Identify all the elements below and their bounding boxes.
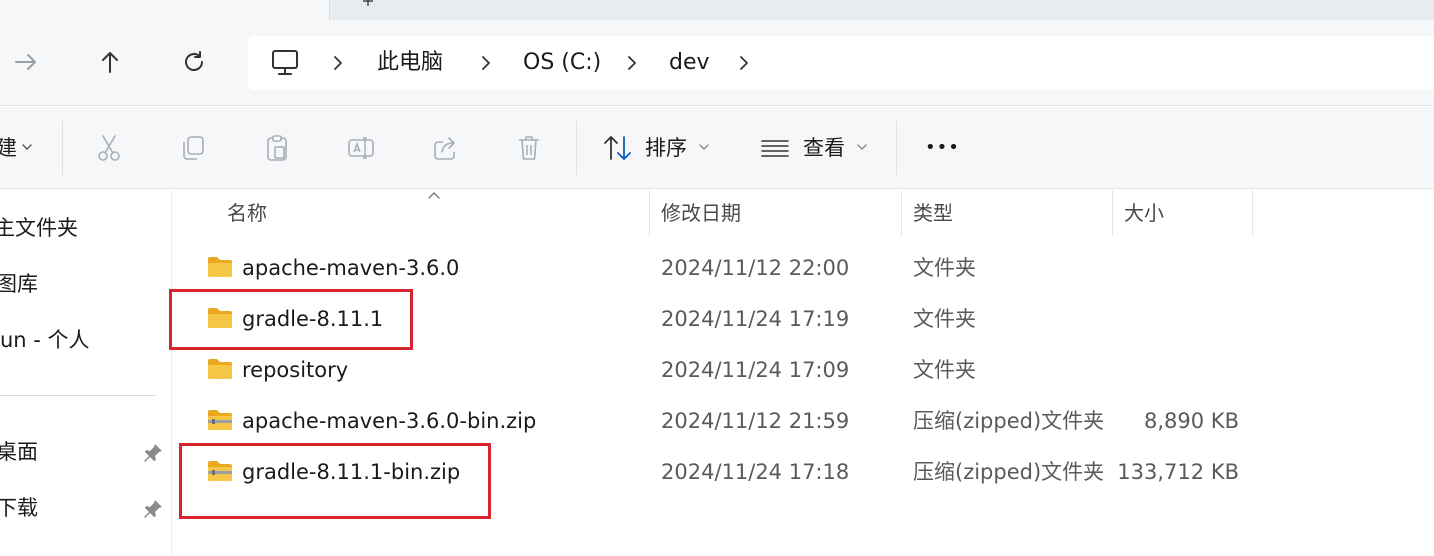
address-bar[interactable]: 此电脑 OS (C:) dev — [248, 36, 1434, 90]
navigation-bar: 此电脑 OS (C:) dev — [0, 20, 1434, 106]
chevron-down-icon[interactable] — [856, 141, 868, 153]
copy-button[interactable] — [176, 131, 210, 165]
clipboard-icon — [267, 135, 287, 161]
file-date: 2024/11/24 17:09 — [661, 358, 850, 382]
column-header-name[interactable]: 名称 — [227, 190, 267, 236]
chevron-down-icon[interactable] — [698, 141, 710, 153]
highlight-box-gradle-folder — [169, 289, 413, 350]
file-date: 2024/11/24 17:19 — [661, 307, 850, 331]
forward-button[interactable] — [6, 42, 46, 82]
navigation-pane: 主文件夹 图库 un - 个人 桌面 下载 — [0, 190, 172, 556]
active-tab[interactable] — [0, 0, 330, 20]
file-date: 2024/11/24 17:18 — [661, 460, 850, 484]
divider — [576, 121, 577, 175]
file-name[interactable]: apache-maven-3.6.0-bin.zip — [242, 396, 536, 446]
column-header-date[interactable]: 修改日期 — [661, 190, 741, 236]
rename-icon — [348, 137, 374, 159]
new-tab-icon[interactable] — [360, 0, 376, 12]
file-size: 133,712 KB — [1117, 460, 1239, 484]
column-divider[interactable] — [1112, 190, 1113, 236]
folder-icon — [208, 359, 232, 379]
file-date: 2024/11/12 22:00 — [661, 256, 850, 280]
command-bar: 建 排序 查看 ••• — [0, 107, 1434, 189]
share-button[interactable] — [428, 131, 462, 165]
chevron-right-icon[interactable] — [622, 53, 642, 73]
refresh-icon — [185, 51, 203, 71]
file-type: 压缩(zipped)文件夹 — [913, 460, 1105, 484]
file-type: 文件夹 — [913, 256, 976, 280]
trash-icon — [519, 136, 539, 160]
sidebar-item-onedrive[interactable]: un - 个人 — [0, 320, 90, 360]
new-button-label[interactable]: 建 — [0, 131, 17, 165]
sort-icon — [604, 136, 631, 160]
file-name[interactable]: repository — [242, 345, 348, 395]
computer-icon[interactable] — [270, 49, 300, 77]
rename-button[interactable] — [344, 131, 378, 165]
chevron-right-icon[interactable] — [328, 53, 348, 73]
more-options-button[interactable]: ••• — [925, 131, 960, 165]
sidebar-divider — [0, 395, 155, 396]
breadcrumb-os-drive[interactable]: OS (C:) — [523, 36, 601, 90]
divider — [62, 121, 63, 175]
sort-button[interactable] — [601, 131, 635, 165]
column-divider[interactable] — [649, 190, 650, 236]
up-button[interactable] — [90, 42, 130, 82]
copy-icon — [183, 136, 204, 160]
sidebar-item-gallery[interactable]: 图库 — [0, 264, 38, 304]
delete-button[interactable] — [512, 131, 546, 165]
share-icon — [434, 137, 455, 160]
view-button[interactable] — [758, 131, 792, 165]
pin-icon[interactable] — [142, 442, 164, 464]
arrow-right-icon — [15, 54, 36, 70]
scissors-icon — [98, 135, 120, 161]
view-label[interactable]: 查看 — [803, 131, 845, 165]
column-divider[interactable] — [901, 190, 902, 236]
cut-button[interactable] — [92, 131, 126, 165]
file-size: 8,890 KB — [1144, 409, 1239, 433]
tab-strip — [0, 0, 1434, 20]
chevron-down-icon[interactable] — [21, 141, 33, 153]
table-row[interactable]: apache-maven-3.6.0-bin.zip 2024/11/12 21… — [173, 396, 1434, 446]
refresh-button[interactable] — [174, 42, 214, 82]
sort-label[interactable]: 排序 — [645, 131, 687, 165]
breadcrumb-this-pc[interactable]: 此电脑 — [377, 36, 443, 90]
table-row[interactable]: repository 2024/11/24 17:09 文件夹 — [173, 345, 1434, 395]
chevron-right-icon[interactable] — [476, 53, 496, 73]
folder-icon — [208, 257, 232, 277]
sort-ascending-icon — [428, 192, 440, 199]
file-date: 2024/11/12 21:59 — [661, 409, 850, 433]
file-type: 文件夹 — [913, 358, 976, 382]
paste-button[interactable] — [260, 131, 294, 165]
zip-folder-icon — [208, 410, 232, 430]
highlight-box-gradle-zip — [179, 443, 491, 519]
column-divider[interactable] — [1252, 190, 1253, 236]
file-type: 压缩(zipped)文件夹 — [913, 409, 1105, 433]
sidebar-item-desktop[interactable]: 桌面 — [0, 432, 38, 472]
file-type: 文件夹 — [913, 307, 976, 331]
pin-icon[interactable] — [142, 498, 164, 520]
file-name[interactable]: apache-maven-3.6.0 — [242, 243, 459, 293]
divider — [896, 121, 897, 175]
breadcrumb-dev[interactable]: dev — [669, 36, 710, 90]
column-header-size[interactable]: 大小 — [1124, 190, 1164, 236]
sidebar-item-downloads[interactable]: 下载 — [0, 488, 38, 528]
column-header-type[interactable]: 类型 — [913, 190, 953, 236]
sidebar-item-home[interactable]: 主文件夹 — [0, 208, 78, 248]
chevron-right-icon[interactable] — [734, 53, 754, 73]
list-view-icon — [761, 140, 789, 157]
arrow-up-icon — [102, 52, 118, 73]
table-row[interactable]: apache-maven-3.6.0 2024/11/12 22:00 文件夹 — [173, 243, 1434, 293]
